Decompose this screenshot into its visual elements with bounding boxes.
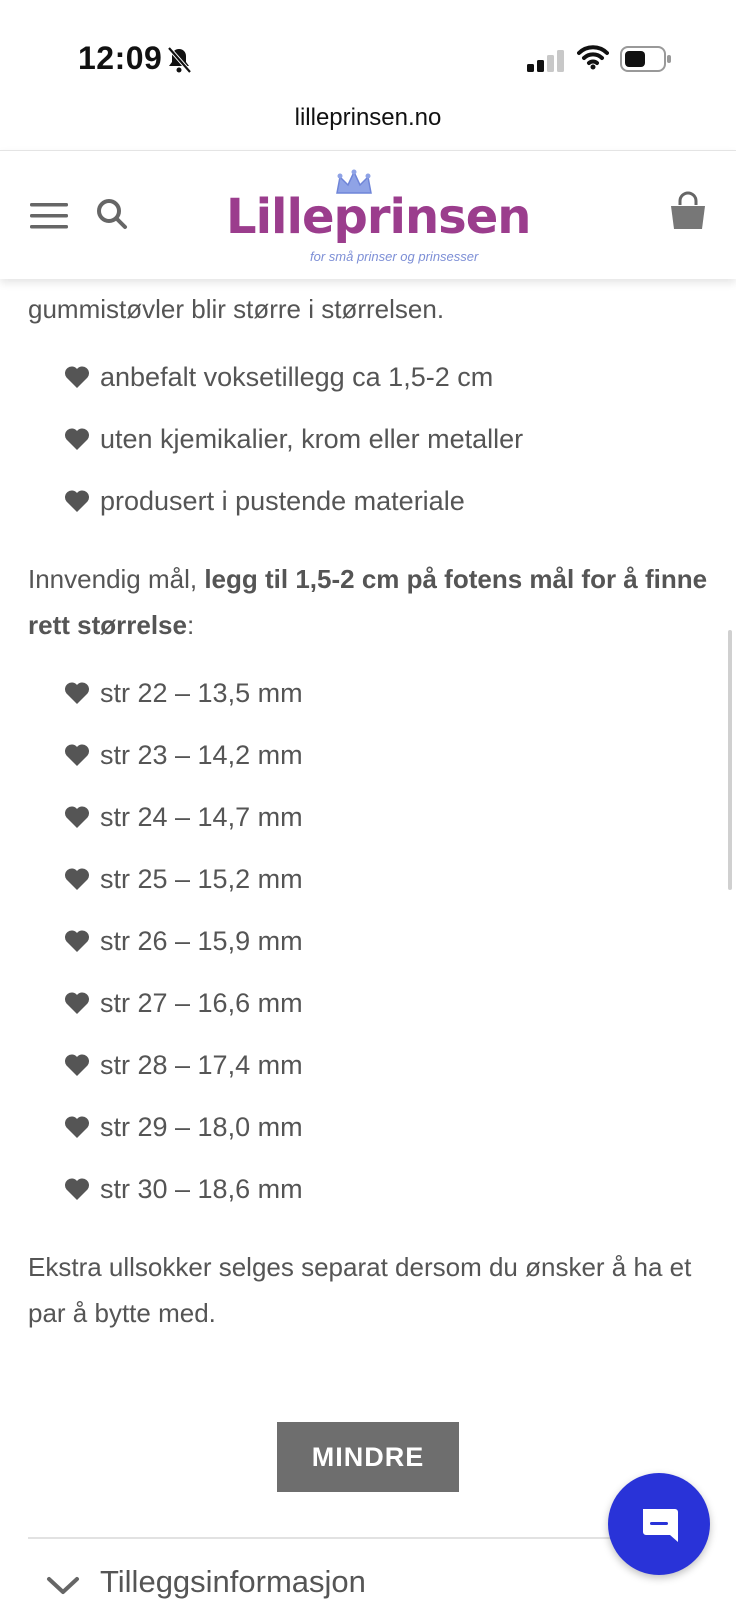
scrollbar[interactable]: [728, 630, 732, 890]
shopping-bag-icon[interactable]: [668, 191, 708, 231]
list-item: anbefalt voksetillegg ca 1,5-2 cm: [28, 354, 708, 416]
search-icon[interactable]: [95, 197, 129, 231]
site-header: Lilleprinsen for små prinser og prinsess…: [0, 150, 736, 279]
list-item: str 25 – 15,2 mm: [28, 856, 708, 918]
size-text: str 22 – 13,5 mm: [100, 678, 303, 708]
size-text: str 27 – 16,6 mm: [100, 988, 303, 1018]
size-text: str 25 – 15,2 mm: [100, 864, 303, 894]
accordion-additional-info[interactable]: Tilleggsinformasjon: [28, 1560, 708, 1600]
heart-icon: [64, 1178, 90, 1200]
size-text: str 30 – 18,6 mm: [100, 1174, 303, 1204]
logo-tagline: for små prinser og prinsesser: [310, 249, 479, 264]
list-item: str 30 – 18,6 mm: [28, 1166, 708, 1228]
list-item-text: anbefalt voksetillegg ca 1,5-2 cm: [100, 362, 494, 392]
logo-text: Lilleprinsen: [226, 189, 531, 245]
bell-off-icon: [167, 46, 192, 74]
show-less-button[interactable]: MINDRE: [277, 1422, 459, 1492]
list-item: str 27 – 16,6 mm: [28, 980, 708, 1042]
heart-icon: [64, 744, 90, 766]
heart-icon: [64, 490, 90, 512]
list-item: str 28 – 17,4 mm: [28, 1042, 708, 1104]
heart-icon: [64, 1116, 90, 1138]
list-item: str 26 – 15,9 mm: [28, 918, 708, 980]
browser-url[interactable]: lilleprinsen.no: [0, 104, 736, 148]
hamburger-menu-icon[interactable]: [30, 201, 70, 231]
size-text: str 23 – 14,2 mm: [100, 740, 303, 770]
size-text: str 29 – 18,0 mm: [100, 1112, 303, 1142]
cellular-signal-icon: [527, 50, 564, 72]
list-item: uten kjemikalier, krom eller metaller: [28, 416, 708, 478]
feature-list: anbefalt voksetillegg ca 1,5-2 cm uten k…: [28, 354, 708, 540]
measure-intro-end: :: [186, 610, 195, 640]
battery-icon: [620, 46, 671, 72]
section-divider: [28, 1537, 708, 1539]
heart-icon: [64, 1054, 90, 1076]
list-item: produsert i pustende materiale: [28, 478, 708, 540]
measure-intro-plain: Innvendig mål,: [28, 564, 205, 594]
size-text: str 28 – 17,4 mm: [100, 1050, 303, 1080]
heart-icon: [64, 366, 90, 388]
list-item-text: produsert i pustende materiale: [100, 486, 465, 516]
product-description: stjeler" 1,7 cm av plassen så Gimo brukt…: [28, 240, 708, 1336]
wifi-icon: [577, 45, 609, 70]
list-item: str 22 – 13,5 mm: [28, 670, 708, 732]
heart-icon: [64, 992, 90, 1014]
accordion-label: Tilleggsinformasjon: [100, 1564, 366, 1599]
status-time: 12:09: [78, 40, 163, 76]
chat-bubble-icon: [643, 1509, 678, 1542]
size-text: str 24 – 14,7 mm: [100, 802, 303, 832]
heart-icon: [64, 682, 90, 704]
measure-intro: Innvendig mål, legg til 1,5-2 cm på fote…: [28, 556, 708, 648]
status-bar: 12:09: [0, 0, 736, 110]
chat-button[interactable]: [608, 1473, 710, 1575]
size-text: str 26 – 15,9 mm: [100, 926, 303, 956]
heart-icon: [64, 428, 90, 450]
list-item-text: uten kjemikalier, krom eller metaller: [100, 424, 524, 454]
heart-icon: [64, 930, 90, 952]
socks-paragraph: Ekstra ullsokker selges separat dersom d…: [28, 1252, 692, 1328]
list-item: str 29 – 18,0 mm: [28, 1104, 708, 1166]
list-item: str 23 – 14,2 mm: [28, 732, 708, 794]
site-logo[interactable]: Lilleprinsen for små prinser og prinsess…: [226, 169, 531, 264]
size-list: str 22 – 13,5 mm str 23 – 14,2 mm str 24…: [28, 670, 708, 1228]
list-item: str 24 – 14,7 mm: [28, 794, 708, 856]
chevron-down-icon: [47, 1577, 79, 1594]
heart-icon: [64, 868, 90, 890]
heart-icon: [64, 806, 90, 828]
